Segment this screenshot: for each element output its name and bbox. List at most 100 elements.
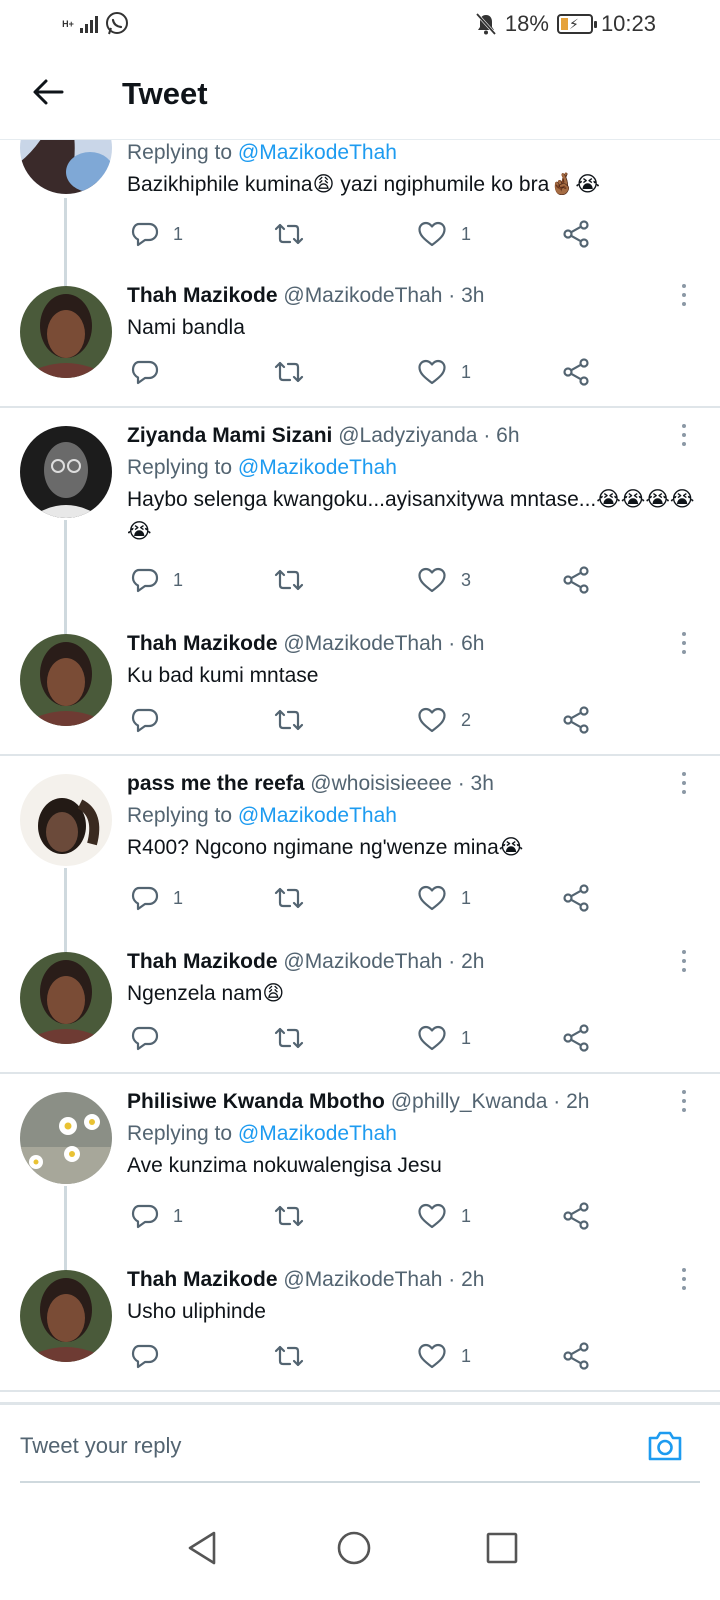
conversation-feed[interactable]: Replying to @MazikodeThah Bazikhiphile k…	[0, 140, 720, 1402]
author-handle: @Ladyziyanda	[338, 424, 478, 447]
nav-home-button[interactable]	[334, 1528, 374, 1568]
tweet-actions: 2	[127, 702, 607, 738]
tweet-text: Usho uliphinde	[127, 1300, 266, 1323]
retweet-button[interactable]	[273, 562, 319, 598]
status-bar: H+ 18% ⚡ 10:23	[0, 0, 720, 48]
tweet-item[interactable]: Thah Mazikode @MazikodeThah · 3h Nami ba…	[0, 266, 720, 406]
like-button[interactable]: 3	[417, 562, 471, 598]
like-count: 1	[461, 223, 472, 244]
more-options-button[interactable]	[672, 280, 696, 310]
share-button[interactable]	[561, 880, 591, 916]
tweet-text: R400? Ngcono ngimane ng'wenze mina😭	[127, 836, 524, 859]
camera-button[interactable]	[646, 1427, 684, 1465]
avatar[interactable]	[20, 952, 112, 1044]
replying-to: Replying to @MazikodeThah	[127, 141, 397, 164]
author-name[interactable]: Thah Mazikode	[127, 1268, 278, 1291]
share-button[interactable]	[561, 354, 591, 390]
whatsapp-icon	[106, 12, 128, 35]
heart-icon	[418, 567, 446, 593]
retweet-button[interactable]	[273, 1020, 319, 1056]
like-button[interactable]: 2	[417, 702, 471, 738]
share-button[interactable]	[561, 1020, 591, 1056]
replying-to: Replying to @MazikodeThah	[127, 804, 397, 827]
heart-icon	[418, 1203, 446, 1229]
tweet-author-line: Thah Mazikode @MazikodeThah · 6h	[127, 628, 700, 660]
status-right: 18% ⚡ 10:23	[475, 8, 656, 40]
tweet-text: Haybo selenga kwangoku...ayisanxitywa mn…	[127, 488, 695, 543]
nav-back-button[interactable]	[182, 1528, 222, 1568]
share-button[interactable]	[561, 1198, 591, 1234]
tweet-author-line: pass me the reefa @whoisisieeee · 3h	[127, 768, 700, 800]
reply-button[interactable]: 1	[131, 1198, 183, 1234]
reply-icon	[131, 1026, 159, 1051]
tweet-item[interactable]: Philisiwe Kwanda Mbotho @philly_Kwanda ·…	[0, 1074, 720, 1272]
author-name[interactable]: pass me the reefa	[127, 772, 304, 795]
retweet-button[interactable]	[273, 216, 319, 252]
mention-link[interactable]: @MazikodeThah	[238, 1122, 397, 1145]
tweet-item[interactable]: Thah Mazikode @MazikodeThah · 2h Ngenzel…	[0, 934, 720, 1074]
tweet-item[interactable]: Thah Mazikode @MazikodeThah · 6h Ku bad …	[0, 614, 720, 754]
tweet-actions: 1 3	[127, 562, 607, 598]
back-button[interactable]	[26, 70, 70, 114]
retweet-button[interactable]	[273, 880, 319, 916]
tweet-item[interactable]: pass me the reefa @whoisisieeee · 3h Rep…	[0, 756, 720, 954]
avatar[interactable]	[20, 1270, 112, 1362]
like-button[interactable]: 1	[417, 216, 471, 252]
retweet-button[interactable]	[273, 354, 319, 390]
avatar[interactable]	[20, 774, 112, 866]
more-options-button[interactable]	[672, 1264, 696, 1294]
author-name[interactable]: Philisiwe Kwanda Mbotho	[127, 1090, 385, 1113]
tweet-content: Thah Mazikode @MazikodeThah · 6h Ku bad …	[127, 628, 700, 692]
like-count: 1	[461, 1027, 472, 1048]
reply-button[interactable]	[131, 702, 173, 738]
more-options-button[interactable]	[672, 1086, 696, 1116]
tweet-item[interactable]: Ziyanda Mami Sizani @Ladyziyanda · 6h Re…	[0, 408, 720, 634]
reply-button[interactable]: 1	[131, 562, 183, 598]
more-options-button[interactable]	[672, 628, 696, 658]
author-name[interactable]: Thah Mazikode	[127, 284, 278, 307]
reply-button[interactable]: 1	[131, 216, 183, 252]
avatar[interactable]	[20, 1092, 112, 1184]
avatar[interactable]	[20, 140, 112, 194]
avatar[interactable]	[20, 286, 112, 378]
share-button[interactable]	[561, 216, 591, 252]
author-name[interactable]: Thah Mazikode	[127, 632, 278, 655]
reply-input[interactable]: Tweet your reply	[20, 1433, 181, 1459]
more-options-button[interactable]	[672, 946, 696, 976]
mention-link[interactable]: @MazikodeThah	[238, 804, 397, 827]
author-name[interactable]: Ziyanda Mami Sizani	[127, 424, 332, 447]
avatar[interactable]	[20, 634, 112, 726]
retweet-button[interactable]	[273, 1198, 319, 1234]
retweet-button[interactable]	[273, 702, 319, 738]
tweet-time: · 3h	[457, 772, 494, 795]
like-button[interactable]: 1	[417, 1338, 471, 1374]
mention-link[interactable]: @MazikodeThah	[238, 141, 397, 164]
tweet-author-line: Philisiwe Kwanda Mbotho @philly_Kwanda ·…	[127, 1086, 700, 1118]
retweet-button[interactable]	[273, 1338, 319, 1374]
reply-button[interactable]	[131, 354, 173, 390]
mention-link[interactable]: @MazikodeThah	[238, 456, 397, 479]
like-button[interactable]: 1	[417, 880, 471, 916]
tweet-item[interactable]: Thah Mazikode @MazikodeThah · 2h Usho ul…	[0, 1252, 720, 1392]
tweet-item[interactable]: Replying to @MazikodeThah Bazikhiphile k…	[0, 140, 720, 286]
tweet-time: · 6h	[483, 424, 520, 447]
tweet-actions: 1 1	[127, 216, 607, 252]
share-button[interactable]	[561, 702, 591, 738]
reply-button[interactable]	[131, 1338, 173, 1374]
share-button[interactable]	[561, 1338, 591, 1374]
tweet-actions: 1	[127, 1338, 607, 1374]
reply-button[interactable]	[131, 1020, 173, 1056]
author-name[interactable]: Thah Mazikode	[127, 950, 278, 973]
nav-recents-button[interactable]	[482, 1528, 522, 1568]
more-options-button[interactable]	[672, 420, 696, 450]
reply-button[interactable]: 1	[131, 880, 183, 916]
like-count: 1	[461, 1205, 472, 1226]
retweet-icon	[274, 709, 304, 731]
share-button[interactable]	[561, 562, 591, 598]
avatar[interactable]	[20, 426, 112, 518]
like-button[interactable]: 1	[417, 1020, 471, 1056]
like-button[interactable]: 1	[417, 354, 471, 390]
more-options-button[interactable]	[672, 768, 696, 798]
like-button[interactable]: 1	[417, 1198, 471, 1234]
reply-icon	[131, 1344, 159, 1369]
